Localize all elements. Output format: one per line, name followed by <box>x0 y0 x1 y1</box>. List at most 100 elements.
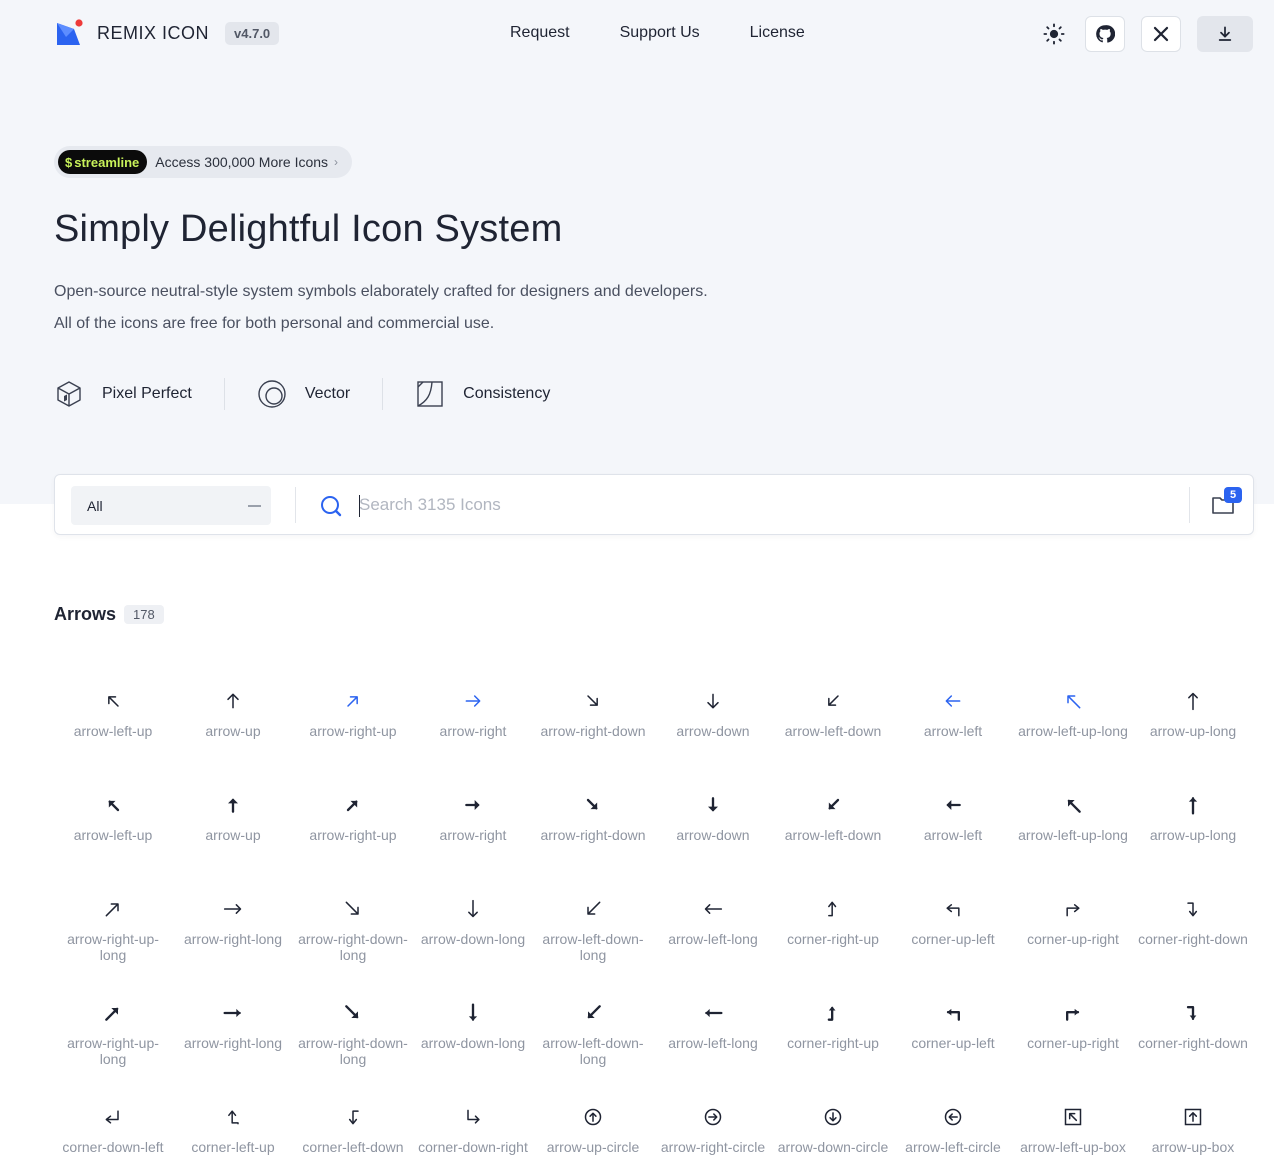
category-select[interactable]: All <box>71 486 271 525</box>
icon-item-corner-right-up[interactable]: corner-right-up <box>773 995 893 1099</box>
circles-icon <box>258 380 286 408</box>
icon-label: arrow-right-up-long <box>67 1035 159 1067</box>
x-twitter-button[interactable] <box>1141 16 1181 52</box>
streamline-promo[interactable]: $ streamline Access 300,000 More Icons › <box>54 146 353 178</box>
icon-item-arrow-down-long[interactable]: arrow-down-long <box>413 891 533 995</box>
icon-item-arrow-left-long[interactable]: arrow-left-long <box>653 891 773 995</box>
icon-item-arrow-right-circle[interactable]: arrow-right-circle <box>653 1099 773 1173</box>
icon-item-arrow-right[interactable]: arrow-right <box>413 683 533 787</box>
icon-label: corner-down-left <box>62 1139 164 1155</box>
arrow-left-down-long-icon <box>587 901 601 915</box>
icon-label: arrow-down-long <box>420 931 526 947</box>
icon-item-arrow-right-up[interactable]: arrow-right-up <box>293 787 413 891</box>
icon-label: arrow-left-up <box>73 827 153 843</box>
nav-license[interactable]: License <box>750 24 805 42</box>
icon-item-arrow-right[interactable]: arrow-right <box>413 787 533 891</box>
github-icon <box>1096 25 1115 43</box>
icon-item-arrow-left[interactable]: arrow-left <box>893 683 1013 787</box>
version-badge[interactable]: v4.7.0 <box>225 21 280 45</box>
icon-item-arrow-up-long[interactable]: arrow-up-long <box>1133 683 1253 787</box>
icon-item-arrow-right-up-long[interactable]: arrow-right-up-long <box>53 891 173 995</box>
icon-item-corner-left-down[interactable]: corner-left-down <box>293 1099 413 1173</box>
arrow-right-up-long-icon <box>105 903 119 917</box>
divider <box>1189 487 1190 523</box>
icon-label: arrow-right-down <box>540 723 646 739</box>
icon-item-corner-up-right[interactable]: corner-up-right <box>1013 995 1133 1099</box>
icon-item-arrow-left[interactable]: arrow-left <box>893 787 1013 891</box>
icon-item-arrow-up-long[interactable]: arrow-up-long <box>1133 787 1253 891</box>
icon-item-arrow-up-box[interactable]: arrow-up-box <box>1133 1099 1253 1173</box>
icon-item-arrow-up-circle[interactable]: arrow-up-circle <box>533 1099 653 1173</box>
arrow-left-up-icon <box>108 696 119 707</box>
theme-toggle-button[interactable] <box>1039 16 1069 52</box>
brand-name: REMIX ICON <box>97 22 210 43</box>
icon-item-arrow-down-long[interactable]: arrow-down-long <box>413 995 533 1099</box>
icon-item-corner-left-up[interactable]: corner-left-up <box>173 1099 293 1173</box>
icon-item-arrow-left-up[interactable]: arrow-left-up <box>53 787 173 891</box>
arrow-left-down-long-icon <box>587 1005 601 1019</box>
arrow-left-circle-icon <box>944 1108 962 1126</box>
icon-item-arrow-left-up-long[interactable]: arrow-left-up-long <box>1013 787 1133 891</box>
download-button[interactable] <box>1197 16 1253 52</box>
icon-item-arrow-right-up-long[interactable]: arrow-right-up-long <box>53 995 173 1099</box>
divider <box>382 378 384 410</box>
icon-item-arrow-right-down-long[interactable]: arrow-right-down-long <box>293 891 413 995</box>
icon-item-corner-down-left[interactable]: corner-down-left <box>53 1099 173 1173</box>
category-header: Arrows 178 <box>54 604 164 625</box>
brand-logo[interactable]: REMIX ICON v4.7.0 <box>56 19 280 47</box>
icon-item-arrow-down[interactable]: arrow-down <box>653 683 773 787</box>
icon-item-arrow-right-long[interactable]: arrow-right-long <box>173 995 293 1099</box>
nav-support-us[interactable]: Support Us <box>620 24 700 42</box>
icon-item-arrow-left-down[interactable]: arrow-left-down <box>773 683 893 787</box>
icon-label: arrow-right-down-long <box>298 931 408 963</box>
icon-label: arrow-down-long <box>420 1035 526 1051</box>
icon-item-corner-up-left[interactable]: corner-up-left <box>893 995 1013 1099</box>
icon-label: corner-up-right <box>1027 931 1119 947</box>
collection-count-badge: 5 <box>1224 487 1242 503</box>
icon-item-arrow-down[interactable]: arrow-down <box>653 787 773 891</box>
arrow-up-circle-icon <box>584 1108 602 1126</box>
top-header: REMIX ICON v4.7.0 Request Support Us Lic… <box>0 0 1274 68</box>
icon-item-corner-down-right[interactable]: corner-down-right <box>413 1099 533 1173</box>
arrow-right-long-icon <box>223 1008 241 1018</box>
icon-label: arrow-up <box>205 827 261 843</box>
icon-item-corner-right-down[interactable]: corner-right-down <box>1133 891 1253 995</box>
icon-item-arrow-right-down[interactable]: arrow-right-down <box>533 683 653 787</box>
icon-item-arrow-left-up-box[interactable]: arrow-left-up-box <box>1013 1099 1133 1173</box>
square-curve-icon <box>417 381 443 407</box>
chevron-right-icon: › <box>334 155 339 169</box>
icon-item-arrow-up[interactable]: arrow-up <box>173 787 293 891</box>
icon-label: corner-right-down <box>1138 931 1248 947</box>
icon-label: arrow-right-up-long <box>67 931 159 963</box>
icon-item-arrow-right-down-long[interactable]: arrow-right-down-long <box>293 995 413 1099</box>
icon-item-arrow-right-up[interactable]: arrow-right-up <box>293 683 413 787</box>
arrow-up-icon <box>228 798 238 813</box>
icon-label: arrow-right-down-long <box>298 1035 408 1067</box>
search-input[interactable] <box>359 490 1179 520</box>
arrow-left-up-icon <box>108 800 120 812</box>
icon-item-arrow-right-long[interactable]: arrow-right-long <box>173 891 293 995</box>
nav-request[interactable]: Request <box>510 24 570 42</box>
icon-label: arrow-left-up-long <box>1018 723 1128 739</box>
icon-item-arrow-left-long[interactable]: arrow-left-long <box>653 995 773 1099</box>
x-icon <box>1153 26 1169 42</box>
icon-item-arrow-left-down-long[interactable]: arrow-left-down-long <box>533 891 653 995</box>
github-button[interactable] <box>1085 16 1125 52</box>
category-title: Arrows <box>54 604 117 624</box>
corner-right-up-icon <box>827 1006 836 1021</box>
icon-item-corner-up-right[interactable]: corner-up-right <box>1013 891 1133 995</box>
feature-label: Vector <box>304 385 351 402</box>
divider <box>295 487 296 523</box>
icon-item-arrow-up[interactable]: arrow-up <box>173 683 293 787</box>
icon-item-arrow-left-circle[interactable]: arrow-left-circle <box>893 1099 1013 1173</box>
icon-item-arrow-left-down[interactable]: arrow-left-down <box>773 787 893 891</box>
icon-item-arrow-down-circle[interactable]: arrow-down-circle <box>773 1099 893 1173</box>
icon-item-arrow-left-up-long[interactable]: arrow-left-up-long <box>1013 683 1133 787</box>
icon-item-arrow-right-down[interactable]: arrow-right-down <box>533 787 653 891</box>
icon-item-corner-up-left[interactable]: corner-up-left <box>893 891 1013 995</box>
icon-item-corner-right-up[interactable]: corner-right-up <box>773 891 893 995</box>
icon-item-arrow-left-down-long[interactable]: arrow-left-down-long <box>533 995 653 1099</box>
icon-item-arrow-left-up[interactable]: arrow-left-up <box>53 683 173 787</box>
icon-item-corner-right-down[interactable]: corner-right-down <box>1133 995 1253 1099</box>
arrow-down-icon <box>708 797 718 812</box>
